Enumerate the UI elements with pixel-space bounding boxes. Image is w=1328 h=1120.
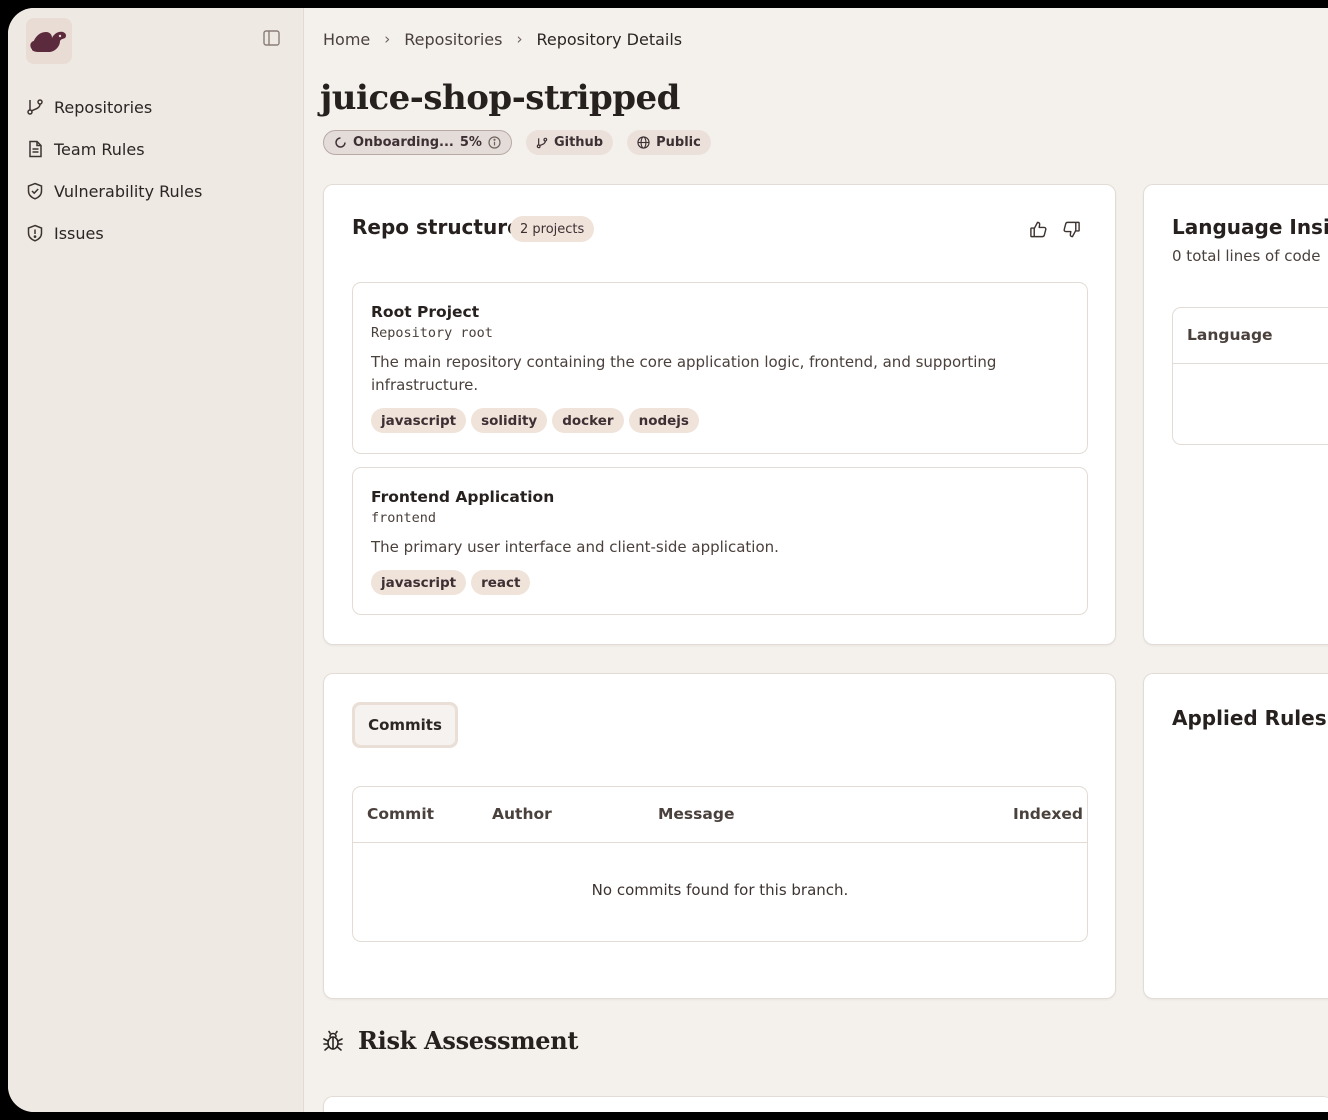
visibility-badge: Public [627, 130, 711, 155]
page-title: juice-shop-stripped [320, 78, 680, 118]
column-author: Author [492, 805, 552, 823]
column-message: Message [658, 805, 735, 823]
repo-badges: Onboarding... 5% Github Public [323, 130, 711, 155]
git-branch-icon [27, 99, 43, 115]
language-table-header: Language [1173, 308, 1328, 364]
language-table: Language [1172, 307, 1328, 445]
sidebar-toggle-button[interactable] [261, 28, 281, 48]
onboarding-label: Onboarding... [353, 135, 454, 150]
commits-table-header: Commit Author Message Indexed [353, 787, 1087, 843]
total-lines-text: 0 total lines of code [1172, 247, 1321, 265]
sidebar-item-label: Issues [54, 223, 104, 243]
shield-alert-icon [27, 224, 43, 242]
sidebar-item-team-rules[interactable]: Team Rules [26, 128, 286, 170]
chevron-right-icon: › [516, 30, 523, 48]
project-tags: javascript react [371, 570, 1069, 595]
globe-icon [637, 136, 650, 149]
beaver-logo-icon [30, 31, 67, 52]
onboarding-status-badge[interactable]: Onboarding... 5% [323, 130, 512, 155]
tag: docker [552, 408, 624, 433]
project-tags: javascript solidity docker nodejs [371, 408, 1069, 433]
main-content: Home › Repositories › Repository Details… [304, 8, 1328, 1112]
provider-label: Github [553, 135, 604, 150]
column-language: Language [1187, 326, 1273, 344]
sidebar-item-label: Vulnerability Rules [54, 181, 203, 201]
commits-table: Commit Author Message Indexed No commits… [352, 786, 1088, 942]
tab-commits[interactable]: Commits [352, 702, 458, 748]
document-icon [29, 140, 42, 158]
tag: react [471, 570, 531, 595]
tag: nodejs [628, 408, 699, 433]
git-branch-icon [536, 137, 548, 148]
sidebar-item-repositories[interactable]: Repositories [26, 86, 286, 128]
column-indexed: Indexed [1012, 805, 1083, 823]
language-insights-title: Language Insig [1172, 215, 1328, 239]
breadcrumb-home[interactable]: Home [323, 30, 370, 49]
language-insights-card: Language Insig 0 total lines of code Lan… [1143, 184, 1328, 645]
tab-commits-label: Commits [355, 705, 455, 745]
tag: javascript [371, 408, 467, 433]
info-icon [488, 136, 501, 149]
column-commit: Commit [367, 805, 435, 823]
visibility-label: Public [656, 135, 701, 150]
sidebar: Repositories Team Rules Vulnerability Ru… [8, 8, 304, 1112]
loading-spinner-icon [335, 137, 346, 148]
project-name: Frontend Application [371, 488, 555, 506]
bug-icon [323, 1030, 343, 1051]
app-window: Repositories Team Rules Vulnerability Ru… [8, 8, 1328, 1112]
risk-assessment-header: Risk Assessment [322, 1026, 579, 1055]
repo-structure-title: Repo structure [352, 215, 521, 239]
project-path: Repository root [371, 325, 493, 341]
provider-badge: Github [525, 130, 614, 155]
sidebar-item-issues[interactable]: Issues [26, 212, 286, 254]
thumbs-down-icon [1062, 221, 1080, 237]
project-card-frontend[interactable]: Frontend Application frontend The primar… [352, 467, 1088, 615]
project-name: Root Project [371, 303, 480, 321]
commits-card: Commits Commit Author Message Indexed No… [323, 673, 1116, 999]
thumbs-up-button[interactable] [1026, 217, 1050, 241]
thumbs-up-icon [1029, 221, 1047, 237]
applied-rules-title: Applied Rules [1172, 706, 1327, 730]
risk-assessment-title: Risk Assessment [358, 1026, 579, 1055]
project-card-root[interactable]: Root Project Repository root The main re… [352, 282, 1088, 454]
thumbs-down-button[interactable] [1059, 217, 1083, 241]
project-description: The main repository containing the core … [371, 353, 997, 394]
breadcrumb-current: Repository Details [536, 29, 683, 49]
tag: javascript [371, 570, 467, 595]
app-logo[interactable] [26, 18, 72, 64]
empty-state-text: No commits found for this branch. [591, 881, 849, 899]
sidebar-item-vulnerability-rules[interactable]: Vulnerability Rules [26, 170, 286, 212]
sidebar-panel-icon [262, 30, 280, 46]
project-description: The primary user interface and client-si… [371, 538, 779, 556]
projects-count-badge: 2 projects [510, 216, 595, 242]
project-path: frontend [371, 510, 437, 526]
repo-structure-card: Repo structure 2 projects Root Project R… [323, 184, 1116, 645]
chevron-right-icon: › [384, 30, 391, 48]
sidebar-item-label: Team Rules [54, 139, 145, 159]
breadcrumb: Home › Repositories › Repository Details [323, 28, 682, 50]
shield-check-icon [27, 182, 43, 200]
tag: solidity [471, 408, 548, 433]
risk-assessment-card [323, 1096, 1328, 1112]
sidebar-nav: Repositories Team Rules Vulnerability Ru… [26, 86, 286, 254]
breadcrumb-repositories[interactable]: Repositories [404, 30, 502, 49]
applied-rules-card: Applied Rules [1143, 673, 1328, 999]
sidebar-item-label: Repositories [54, 97, 153, 117]
onboarding-progress: 5% [459, 135, 482, 150]
